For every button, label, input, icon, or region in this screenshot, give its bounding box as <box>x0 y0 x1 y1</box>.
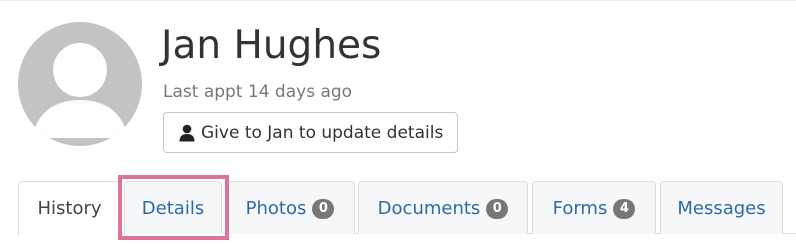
client-name: Jan Hughes <box>161 23 382 68</box>
photos-count-badge: 0 <box>312 199 335 219</box>
tab-documents-label: Documents <box>377 197 481 219</box>
tab-messages[interactable]: Messages <box>660 181 783 234</box>
top-divider <box>0 0 796 1</box>
default-avatar-icon <box>18 22 142 146</box>
tab-forms[interactable]: Forms 4 <box>532 181 656 234</box>
last-appointment-text: Last appt 14 days ago <box>163 82 353 102</box>
tab-forms-label: Forms <box>552 197 608 219</box>
tab-details-label: Details <box>141 197 205 219</box>
documents-count-badge: 0 <box>486 199 509 219</box>
tab-messages-label: Messages <box>677 197 766 219</box>
tab-history-label: History <box>37 198 102 219</box>
client-profile-page: Jan Hughes Last appt 14 days ago Give to… <box>0 0 796 244</box>
tab-photos-label: Photos <box>245 197 307 219</box>
tab-details[interactable]: Details <box>124 181 222 234</box>
tab-photos[interactable]: Photos 0 <box>225 181 355 234</box>
update-button-label: Give to Jan to update details <box>201 122 444 143</box>
forms-count-badge: 4 <box>613 199 636 219</box>
tab-documents[interactable]: Documents 0 <box>358 181 528 234</box>
tab-history[interactable]: History <box>18 181 121 235</box>
give-to-client-update-details-button[interactable]: Give to Jan to update details <box>163 112 458 153</box>
user-icon <box>179 124 195 142</box>
